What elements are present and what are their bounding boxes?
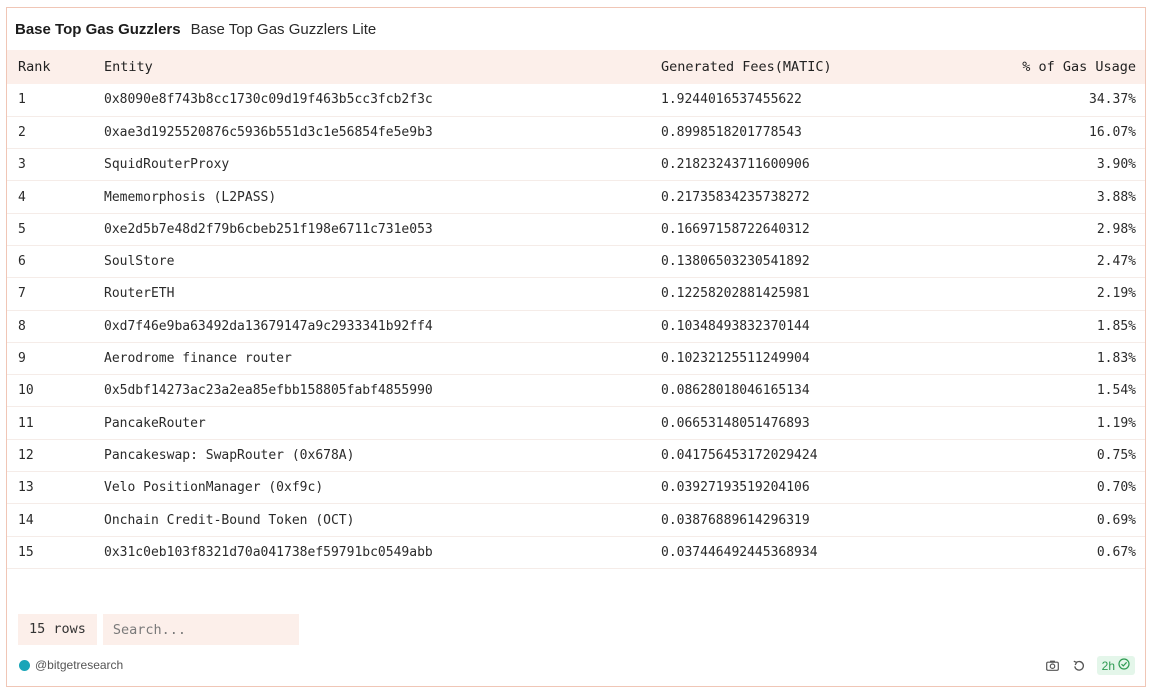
- cell-fees: 0.10348493832370144: [661, 318, 810, 334]
- cell-entity: 0x8090e8f743b8cc1730c09d19f463b5cc3fcb2f…: [104, 92, 433, 108]
- query-result-panel: Base Top Gas Guzzlers Base Top Gas Guzzl…: [6, 7, 1146, 687]
- cell-gas-usage: 0.67%: [1096, 544, 1136, 560]
- cell-rank: 5: [18, 221, 26, 237]
- table-row: 15 0x31c0eb103f8321d70a041738ef59791bc05…: [7, 536, 1145, 569]
- cell-entity: Pancakeswap: SwapRouter (0x678A): [104, 447, 355, 463]
- refresh-icon[interactable]: [1071, 658, 1087, 674]
- table-row: 11 PancakeRouter 0.06653148051476893 1.1…: [7, 407, 1145, 440]
- column-header-fees[interactable]: Generated Fees(MATIC): [660, 50, 962, 84]
- cell-gas-usage: 0.69%: [1096, 512, 1136, 528]
- cell-rank: 12: [18, 447, 34, 463]
- cell-rank: 10: [18, 383, 34, 399]
- author-name: @bitgetresearch: [35, 658, 124, 672]
- table-row: 3 SquidRouterProxy 0.21823243711600906 3…: [7, 149, 1145, 181]
- cell-fees: 0.03927193519204106: [661, 480, 810, 496]
- cell-entity: 0x31c0eb103f8321d70a041738ef59791bc0549a…: [104, 544, 433, 560]
- cell-entity: 0xae3d1925520876c5936b551d3c1e56854fe5e9…: [104, 124, 433, 140]
- cell-gas-usage: 0.75%: [1096, 447, 1136, 463]
- cell-gas-usage: 2.98%: [1096, 221, 1136, 237]
- table-row: 12 Pancakeswap: SwapRouter (0x678A) 0.04…: [7, 439, 1145, 472]
- cell-fees: 0.8998518201778543: [661, 124, 802, 140]
- cell-rank: 3: [18, 157, 26, 173]
- cell-rank: 11: [18, 415, 34, 431]
- cell-gas-usage: 34.37%: [1089, 92, 1136, 108]
- cell-rank: 4: [18, 189, 26, 205]
- cell-gas-usage: 16.07%: [1089, 124, 1136, 140]
- column-header-gas-usage[interactable]: % of Gas Usage: [962, 50, 1145, 84]
- author-credit[interactable]: @bitgetresearch: [19, 658, 123, 672]
- table-row: 9 Aerodrome finance router 0.10232125511…: [7, 342, 1145, 375]
- table-row: 7 RouterETH 0.12258202881425981 2.19%: [7, 278, 1145, 311]
- cell-gas-usage: 1.19%: [1096, 415, 1136, 431]
- table-controls: 15 rows: [18, 614, 299, 645]
- cell-gas-usage: 1.83%: [1096, 351, 1136, 367]
- results-table: Rank Entity Generated Fees(MATIC) % of G…: [7, 50, 1145, 569]
- cell-fees: 0.08628018046165134: [661, 383, 810, 399]
- cell-entity: SquidRouterProxy: [104, 157, 230, 173]
- cell-rank: 7: [18, 286, 26, 302]
- check-circle-icon: [1118, 658, 1130, 673]
- cell-rank: 1: [18, 92, 26, 108]
- cell-gas-usage: 3.88%: [1096, 189, 1136, 205]
- camera-icon[interactable]: [1045, 658, 1061, 674]
- cell-fees: 0.12258202881425981: [661, 286, 810, 302]
- cell-fees: 1.9244016537455622: [661, 92, 802, 108]
- table-row: 8 0xd7f46e9ba63492da13679147a9c2933341b9…: [7, 310, 1145, 343]
- cell-entity: 0x5dbf14273ac23a2ea85efbb158805fabf48559…: [104, 383, 433, 399]
- cell-entity: Velo PositionManager (0xf9c): [104, 480, 324, 496]
- cell-fees: 0.037446492445368934: [661, 544, 818, 560]
- table-row: 10 0x5dbf14273ac23a2ea85efbb158805fabf48…: [7, 375, 1145, 407]
- cell-rank: 8: [18, 318, 26, 334]
- cell-gas-usage: 1.54%: [1096, 383, 1136, 399]
- cell-gas-usage: 0.70%: [1096, 480, 1136, 496]
- cell-gas-usage: 2.47%: [1096, 254, 1136, 270]
- avatar: [19, 659, 30, 671]
- cell-fees: 0.06653148051476893: [661, 415, 810, 431]
- cell-fees: 0.16697158722640312: [661, 221, 810, 237]
- cell-fees: 0.041756453172029424: [661, 447, 818, 463]
- table-row: 14 Onchain Credit-Bound Token (OCT) 0.03…: [7, 504, 1145, 537]
- cell-fees: 0.21735834235738272: [661, 189, 810, 205]
- table-row: 13 Velo PositionManager (0xf9c) 0.039271…: [7, 472, 1145, 504]
- cell-entity: PancakeRouter: [104, 415, 206, 431]
- cell-rank: 6: [18, 254, 26, 270]
- cell-entity: SoulStore: [104, 254, 175, 270]
- freshness-badge: 2h: [1096, 656, 1135, 675]
- table-row: 2 0xae3d1925520876c5936b551d3c1e56854fe5…: [7, 116, 1145, 149]
- age-label: 2h: [1101, 658, 1115, 673]
- search-input[interactable]: [102, 614, 299, 645]
- column-header-rank[interactable]: Rank: [7, 50, 103, 84]
- table-row: 1 0x8090e8f743b8cc1730c09d19f463b5cc3fcb…: [7, 84, 1145, 117]
- cell-entity: Aerodrome finance router: [104, 351, 292, 367]
- visualization-title: Base Top Gas Guzzlers Lite: [190, 20, 377, 38]
- cell-rank: 9: [18, 351, 26, 367]
- cell-gas-usage: 2.19%: [1096, 286, 1136, 302]
- cell-fees: 0.21823243711600906: [661, 157, 810, 173]
- cell-gas-usage: 1.85%: [1096, 318, 1136, 334]
- cell-fees: 0.13806503230541892: [661, 254, 810, 270]
- cell-gas-usage: 3.90%: [1096, 157, 1136, 173]
- table-row: 4 Mememorphosis (L2PASS) 0.2173583423573…: [7, 181, 1145, 214]
- cell-rank: 15: [18, 544, 34, 560]
- cell-fees: 0.10232125511249904: [661, 351, 810, 367]
- row-count: 15 rows: [18, 614, 97, 645]
- cell-entity: 0xe2d5b7e48d2f79b6cbeb251f198e6711c731e0…: [104, 221, 433, 237]
- table-body: 1 0x8090e8f743b8cc1730c09d19f463b5cc3fcb…: [7, 84, 1145, 569]
- query-title: Base Top Gas Guzzlers: [15, 20, 181, 38]
- panel-header: Base Top Gas Guzzlers Base Top Gas Guzzl…: [7, 8, 1145, 50]
- table-row: 5 0xe2d5b7e48d2f79b6cbeb251f198e6711c731…: [7, 213, 1145, 246]
- cell-rank: 14: [18, 512, 34, 528]
- cell-entity: 0xd7f46e9ba63492da13679147a9c2933341b92f…: [104, 318, 433, 334]
- cell-entity: Onchain Credit-Bound Token (OCT): [104, 512, 355, 528]
- cell-rank: 2: [18, 124, 26, 140]
- status-area: 2h: [1045, 656, 1135, 675]
- cell-entity: Mememorphosis (L2PASS): [104, 189, 277, 205]
- table-header-row: Rank Entity Generated Fees(MATIC) % of G…: [7, 50, 1145, 84]
- cell-rank: 13: [18, 480, 34, 496]
- cell-entity: RouterETH: [104, 286, 175, 302]
- cell-fees: 0.03876889614296319: [661, 512, 810, 528]
- table-row: 6 SoulStore 0.13806503230541892 2.47%: [7, 245, 1145, 278]
- column-header-entity[interactable]: Entity: [103, 50, 660, 84]
